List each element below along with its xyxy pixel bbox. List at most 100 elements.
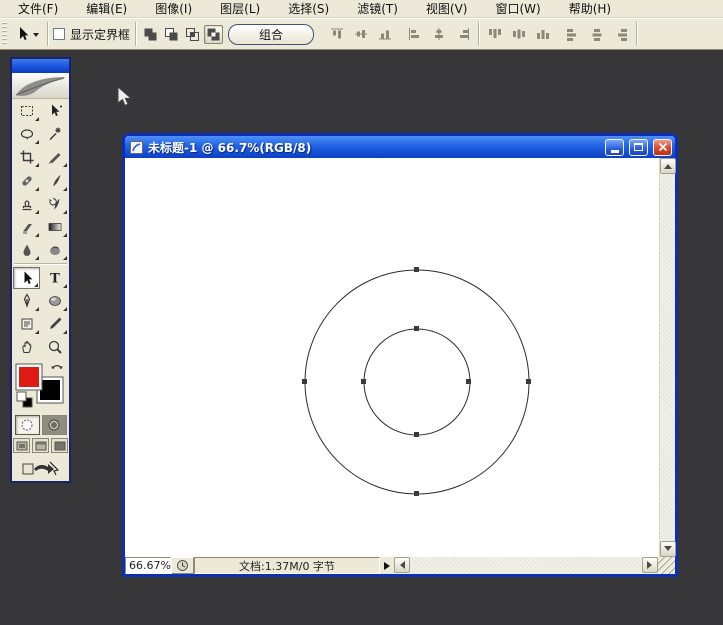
tool-healing-brush[interactable] — [13, 170, 40, 192]
tool-slice[interactable] — [41, 146, 68, 168]
document-title-bar[interactable]: 未标题-1 @ 66.7%(RGB/8) — [125, 136, 675, 158]
menu-view[interactable]: 视图(V) — [412, 0, 482, 17]
tool-gradient[interactable] — [41, 216, 68, 238]
intersect-shape-icon — [186, 27, 200, 41]
align-right-edges-button[interactable] — [452, 24, 473, 45]
zoom-level-field[interactable]: 66.67% — [125, 557, 171, 574]
distribute-bottom-edges-button[interactable] — [532, 24, 553, 45]
photoshop-feather-logo[interactable] — [12, 73, 69, 99]
arrow-left-icon — [396, 561, 405, 569]
intersect-shape-areas-button[interactable] — [183, 25, 202, 44]
close-button[interactable] — [653, 138, 672, 156]
tool-path-selection[interactable] — [13, 267, 40, 289]
distribute-top-edges-button[interactable] — [484, 24, 505, 45]
tool-group-vector: T — [12, 266, 69, 359]
swap-colors-icon[interactable] — [51, 365, 63, 370]
menu-edit[interactable]: 编辑(E) — [72, 0, 141, 17]
arrow-cursor-icon — [117, 85, 133, 107]
tool-notes[interactable] — [13, 313, 40, 335]
exclude-overlapping-shape-areas-button[interactable] — [204, 24, 224, 44]
horizontal-scroll-track[interactable] — [410, 557, 642, 574]
anchor-point[interactable] — [414, 432, 419, 437]
document-info[interactable]: 文档:1.37M/0 字节 — [194, 557, 380, 574]
menu-window[interactable]: 窗口(W) — [481, 0, 554, 17]
window-resize-grip[interactable] — [658, 557, 675, 574]
quick-mask-mode-button[interactable] — [41, 415, 67, 435]
anchor-point[interactable] — [302, 379, 307, 384]
vertical-scroll-track[interactable] — [660, 174, 675, 541]
maximize-button[interactable] — [629, 138, 648, 156]
distribute-right-edges-button[interactable] — [610, 24, 631, 45]
standard-mode-button[interactable] — [14, 415, 40, 435]
combine-button[interactable]: 组合 — [228, 23, 315, 45]
horizontal-scrollbar[interactable] — [394, 557, 658, 574]
outer-circle-path[interactable] — [304, 269, 530, 495]
background-color-swatch[interactable] — [40, 380, 60, 400]
distribute-left-edges-button[interactable] — [562, 24, 583, 45]
canvas[interactable] — [125, 158, 659, 557]
default-colors-icon[interactable] — [16, 391, 33, 408]
subtract-shape-area-button[interactable] — [162, 25, 181, 44]
menu-file[interactable]: 文件(F) — [4, 0, 72, 17]
flyout-arrow-icon — [383, 561, 394, 570]
tool-history-brush[interactable] — [41, 193, 68, 215]
tool-brush[interactable] — [41, 170, 68, 192]
menu-help[interactable]: 帮助(H) — [555, 0, 625, 17]
tool-blur[interactable] — [13, 239, 40, 261]
color-selector — [13, 361, 68, 411]
align-horizontal-centers-button[interactable] — [428, 24, 449, 45]
menu-select[interactable]: 选择(S) — [274, 0, 343, 17]
tool-type[interactable]: T — [41, 267, 68, 289]
anchor-point[interactable] — [526, 379, 531, 384]
timer-button[interactable] — [171, 557, 194, 574]
align-vertical-centers-button[interactable] — [350, 24, 371, 45]
scroll-left-button[interactable] — [394, 557, 410, 573]
anchor-point[interactable] — [414, 326, 419, 331]
menu-filter[interactable]: 滤镜(T) — [343, 0, 412, 17]
tool-dodge[interactable] — [41, 239, 68, 261]
add-shape-area-button[interactable] — [141, 25, 160, 44]
show-bounding-box-checkbox[interactable] — [53, 28, 65, 40]
document-icon — [130, 140, 143, 154]
menu-layer[interactable]: 图层(L) — [206, 0, 274, 17]
toolbox-title-bar[interactable] — [12, 59, 69, 73]
align-top-edges-button[interactable] — [326, 24, 347, 45]
tool-magic-wand[interactable] — [41, 123, 68, 145]
anchor-point[interactable] — [466, 379, 471, 384]
distribute-vertical-centers-button[interactable] — [508, 24, 529, 45]
tool-pen[interactable] — [13, 290, 40, 312]
tool-rectangular-marquee[interactable] — [13, 100, 40, 122]
jump-to-imageready-button[interactable] — [19, 458, 63, 477]
scroll-up-button[interactable] — [660, 158, 676, 174]
status-flyout-button[interactable] — [380, 557, 394, 574]
tool-zoom[interactable] — [41, 336, 68, 358]
standard-screen-mode-button[interactable] — [13, 438, 30, 453]
scroll-down-button[interactable] — [660, 541, 676, 557]
tool-eyedropper[interactable] — [41, 313, 68, 335]
align-bottom-edges-button[interactable] — [374, 24, 395, 45]
tool-crop[interactable] — [13, 146, 40, 168]
anchor-point[interactable] — [414, 491, 419, 496]
align-left-edges-button[interactable] — [404, 24, 425, 45]
options-bar-grip[interactable] — [2, 22, 7, 46]
tool-move[interactable] — [41, 100, 68, 122]
fullscreen-mode-button[interactable] — [51, 438, 68, 453]
active-tool-button[interactable] — [12, 22, 42, 46]
inner-circle-path[interactable] — [363, 328, 471, 436]
fullscreen-with-menubar-button[interactable] — [32, 438, 49, 453]
anchor-point[interactable] — [361, 379, 366, 384]
exclude-shape-icon — [207, 28, 220, 40]
tool-hand[interactable] — [13, 336, 40, 358]
foreground-color-swatch[interactable] — [19, 367, 39, 387]
scroll-right-button[interactable] — [642, 557, 658, 573]
vertical-scrollbar[interactable] — [659, 158, 676, 557]
minimize-button[interactable] — [605, 138, 624, 156]
tool-eraser[interactable] — [13, 216, 40, 238]
tool-lasso[interactable] — [13, 123, 40, 145]
menu-image[interactable]: 图像(I) — [141, 0, 206, 17]
combine-mode-group — [141, 24, 224, 44]
tool-clone-stamp[interactable] — [13, 193, 40, 215]
distribute-horizontal-centers-button[interactable] — [586, 24, 607, 45]
anchor-point[interactable] — [414, 267, 419, 272]
tool-ellipse-shape[interactable] — [41, 290, 68, 312]
